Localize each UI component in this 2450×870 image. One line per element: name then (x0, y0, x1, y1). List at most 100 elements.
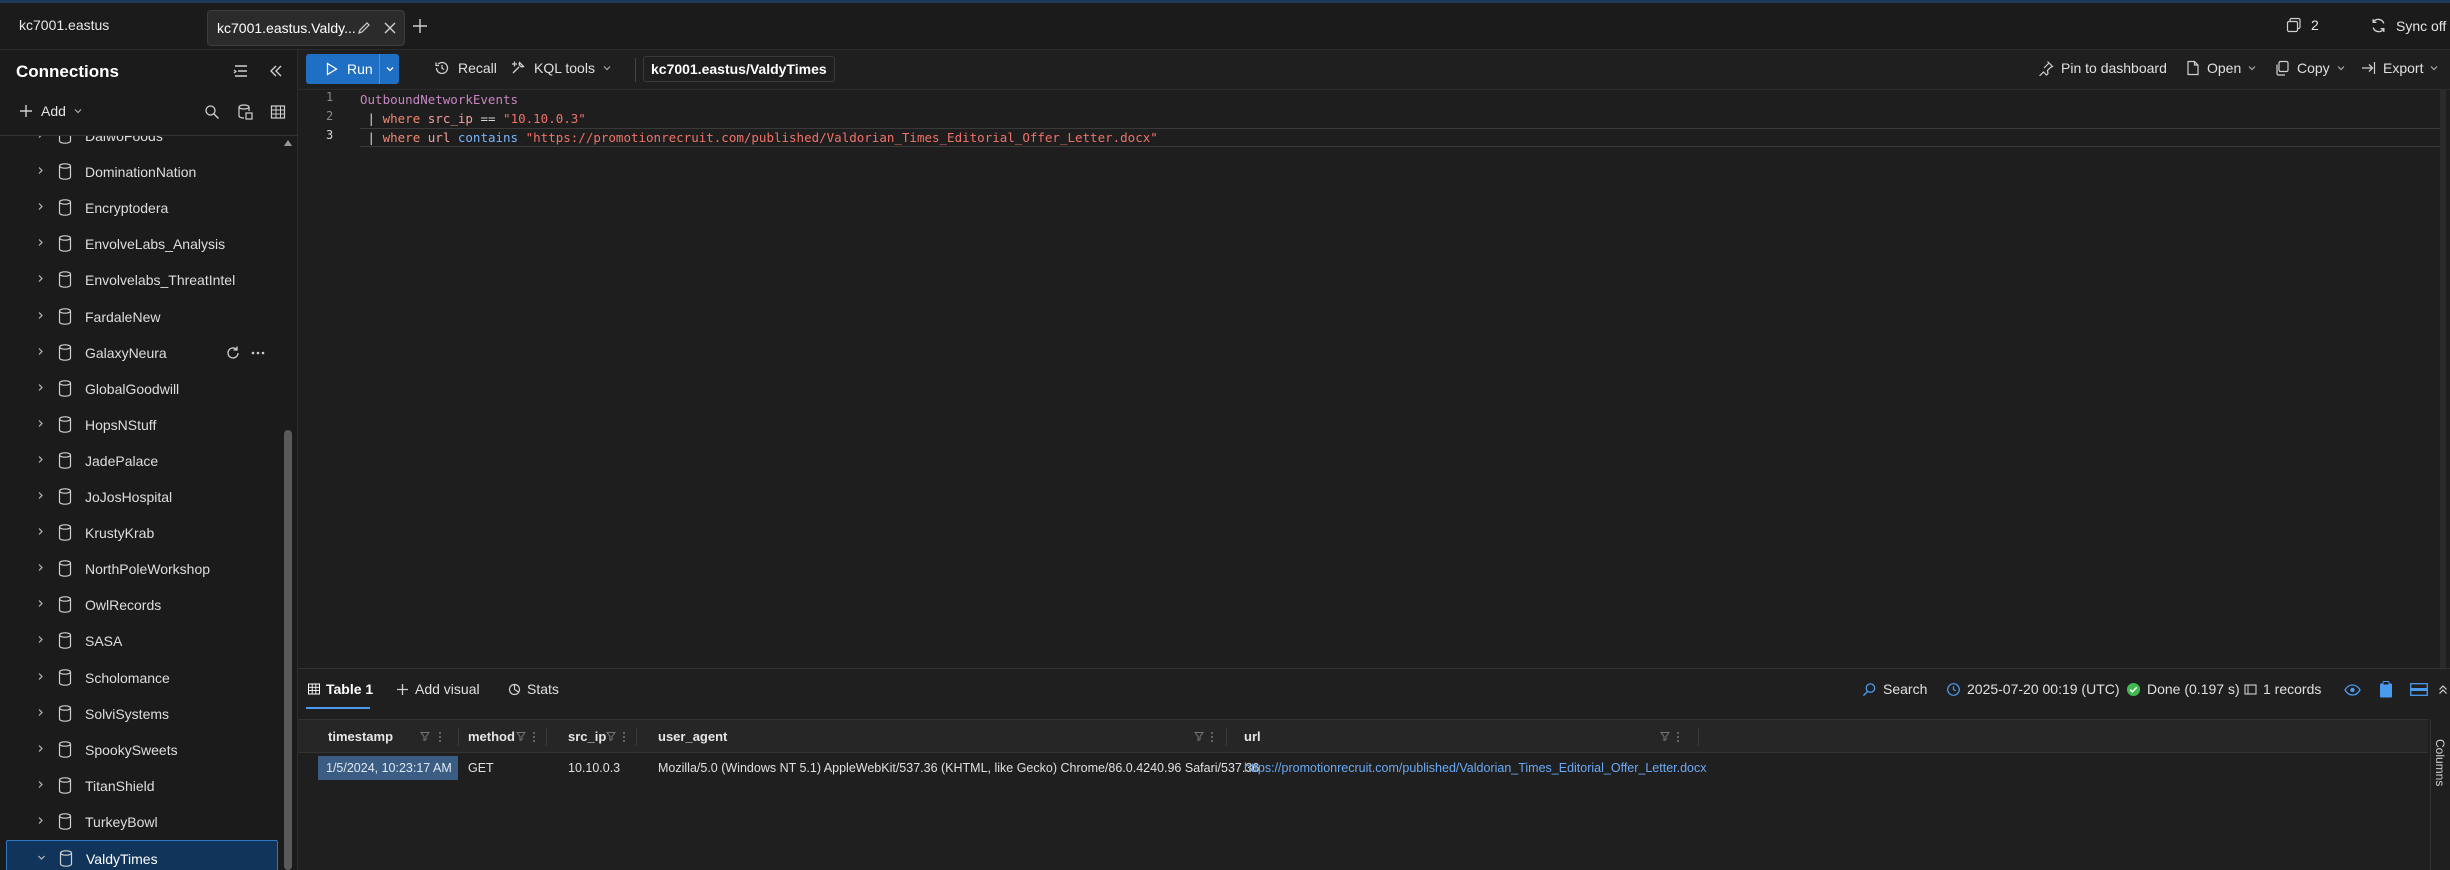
column-header-src-ip[interactable]: src_ip (568, 729, 606, 744)
filter-icon[interactable] (1194, 731, 1204, 741)
database-item[interactable]: DaiwoFoods (0, 136, 282, 154)
chevron-right-icon[interactable] (36, 455, 45, 464)
column-header-url[interactable]: url (1244, 729, 1261, 744)
open-button[interactable]: Open (2186, 60, 2256, 76)
query-editor[interactable]: 1 2 3 OutboundNetworkEvents | where src_… (298, 90, 2450, 668)
database-item[interactable]: GlobalGoodwill (0, 371, 282, 407)
column-header-timestamp[interactable]: timestamp (328, 729, 393, 744)
cell-url[interactable]: https://promotionrecruit.com/published/V… (1244, 761, 1707, 775)
layout-icon[interactable] (2410, 683, 2428, 696)
filter-icon[interactable] (516, 731, 526, 741)
kql-tools-button[interactable]: KQL tools (510, 60, 611, 76)
chevron-right-icon[interactable] (36, 744, 45, 753)
copy-button[interactable]: Copy (2274, 60, 2345, 76)
database-item[interactable]: Envolvelabs_ThreatIntel (0, 262, 282, 298)
chevron-right-icon[interactable] (36, 311, 45, 320)
cell-timestamp[interactable]: 1/5/2024, 10:23:17 AM (318, 756, 458, 780)
database-item[interactable]: KrustyKrab (0, 515, 282, 551)
run-dropdown[interactable] (380, 54, 399, 84)
query-tab[interactable]: kc7001.eastus.Valdy... (207, 10, 405, 46)
more-vertical-icon[interactable] (532, 731, 536, 743)
chevron-right-icon[interactable] (36, 816, 45, 825)
column-divider[interactable] (458, 728, 459, 746)
more-options-icon[interactable] (251, 351, 265, 355)
chevron-right-icon[interactable] (36, 563, 45, 572)
filter-list-icon[interactable] (232, 62, 250, 80)
database-item[interactable]: Encryptodera (0, 190, 282, 226)
database-scope[interactable]: kc7001.eastus/ValdyTimes (643, 56, 835, 82)
chevron-right-icon[interactable] (36, 383, 45, 392)
database-item[interactable]: JadePalace (0, 443, 282, 479)
more-vertical-icon[interactable] (438, 731, 442, 743)
chevron-right-icon[interactable] (36, 274, 45, 283)
refresh-icon[interactable] (225, 345, 241, 361)
database-item[interactable]: ValdyTimes (6, 840, 278, 870)
database-item[interactable]: TurkeyBowl (0, 804, 282, 840)
filter-icon[interactable] (1660, 731, 1670, 741)
chevron-right-icon[interactable] (36, 780, 45, 789)
column-divider[interactable] (1698, 728, 1699, 746)
database-item[interactable]: SolviSystems (0, 696, 282, 732)
database-item[interactable]: SASA (0, 623, 282, 659)
database-item[interactable]: GalaxyNeura (0, 335, 282, 371)
edit-icon[interactable] (356, 20, 372, 36)
cell-method[interactable]: GET (468, 761, 494, 775)
chevron-right-icon[interactable] (36, 136, 45, 139)
chevron-right-icon[interactable] (36, 419, 45, 428)
run-main-button[interactable]: Run (306, 54, 380, 84)
add-tab-icon[interactable] (412, 18, 428, 34)
pin-to-dashboard-button[interactable]: Pin to dashboard (2038, 60, 2167, 76)
chevron-down-icon[interactable] (37, 853, 46, 862)
chevron-right-icon[interactable] (36, 202, 45, 211)
database-item[interactable]: JoJosHospital (0, 479, 282, 515)
database-item[interactable]: FardaleNew (0, 299, 282, 335)
cell-user-agent[interactable]: Mozilla/5.0 (Windows NT 5.1) AppleWebKit… (658, 761, 1259, 775)
column-header-method[interactable]: method (468, 729, 515, 744)
database-item[interactable]: SpookySweets (0, 732, 282, 768)
chevron-up-double-icon[interactable] (2438, 684, 2448, 695)
chevron-right-icon[interactable] (36, 491, 45, 500)
chevron-right-icon[interactable] (36, 672, 45, 681)
search-icon[interactable] (204, 104, 220, 120)
tab-table-1[interactable]: Table 1 (308, 681, 373, 697)
table-row[interactable]: 1/5/2024, 10:23:17 AM GET 10.10.0.3 Mozi… (298, 753, 2428, 783)
table-grid-icon[interactable] (270, 104, 286, 120)
chevron-right-icon[interactable] (36, 238, 45, 247)
database-item[interactable]: Scholomance (0, 660, 282, 696)
column-divider[interactable] (546, 728, 547, 746)
tabs-count[interactable]: 2 (2286, 17, 2319, 33)
scroll-up-arrow[interactable] (284, 140, 292, 146)
run-button[interactable]: Run (306, 54, 399, 84)
column-divider[interactable] (636, 728, 637, 746)
database-item[interactable]: HopsNStuff (0, 407, 282, 443)
database-item[interactable]: DominationNation (0, 154, 282, 190)
database-item[interactable]: OwlRecords (0, 587, 282, 623)
scroll-thumb[interactable] (284, 430, 292, 870)
database-item[interactable]: EnvolveLabs_Analysis (0, 226, 282, 262)
collapse-panel-icon[interactable] (268, 63, 284, 79)
chevron-right-icon[interactable] (36, 347, 45, 356)
chevron-right-icon[interactable] (36, 635, 45, 644)
chevron-right-icon[interactable] (36, 166, 45, 175)
database-item[interactable]: TitanShield (0, 768, 282, 804)
chevron-right-icon[interactable] (36, 599, 45, 608)
close-icon[interactable] (382, 20, 398, 36)
cell-src-ip[interactable]: 10.10.0.3 (568, 761, 620, 775)
chevron-right-icon[interactable] (36, 527, 45, 536)
sidebar-scrollbar[interactable] (282, 136, 294, 870)
editor-scrollbar[interactable] (2440, 90, 2446, 668)
more-vertical-icon[interactable] (1676, 731, 1680, 743)
more-vertical-icon[interactable] (1210, 731, 1214, 743)
database-filter-icon[interactable] (236, 103, 254, 121)
chevron-right-icon[interactable] (36, 708, 45, 717)
eye-icon[interactable] (2344, 683, 2361, 697)
column-divider[interactable] (1226, 728, 1227, 746)
export-button[interactable]: Export (2360, 60, 2438, 76)
add-connection-button[interactable]: Add (19, 103, 82, 119)
columns-side-panel[interactable]: Columns (2430, 719, 2450, 870)
filter-icon[interactable] (606, 731, 616, 741)
column-header-user-agent[interactable]: user_agent (658, 729, 727, 744)
tab-stats[interactable]: Stats (508, 681, 559, 697)
results-search[interactable]: Search (1862, 681, 1927, 697)
clipboard-icon[interactable] (2379, 681, 2393, 698)
